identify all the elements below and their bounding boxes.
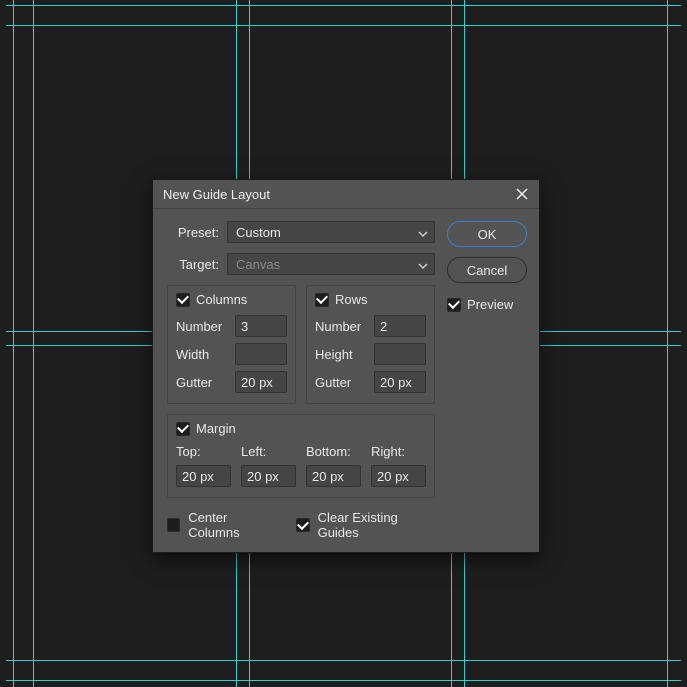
rows-group: Rows Number Height Gutter	[306, 285, 435, 404]
guide-horizontal	[6, 680, 681, 681]
guide-horizontal	[6, 660, 681, 661]
rows-number-input[interactable]	[374, 315, 426, 337]
columns-number-label: Number	[176, 319, 222, 334]
preset-label: Preset:	[167, 225, 227, 240]
titlebar[interactable]: New Guide Layout	[153, 180, 539, 209]
rows-height-input[interactable]	[374, 343, 426, 365]
center-columns-label: Center Columns	[188, 510, 276, 540]
target-value: Canvas	[236, 257, 280, 272]
margin-top-input[interactable]	[176, 465, 231, 487]
guide-vertical	[667, 0, 668, 687]
center-columns-checkbox[interactable]	[167, 518, 180, 532]
cancel-button[interactable]: Cancel	[447, 257, 527, 283]
guide-horizontal	[6, 25, 681, 26]
chevron-down-icon	[418, 259, 428, 269]
clear-guides-label: Clear Existing Guides	[318, 510, 435, 540]
columns-width-input[interactable]	[235, 343, 287, 365]
preview-label: Preview	[467, 297, 513, 312]
columns-label: Columns	[196, 292, 247, 307]
columns-gutter-label: Gutter	[176, 375, 212, 390]
clear-guides-checkbox[interactable]	[296, 518, 309, 532]
close-button[interactable]	[513, 185, 531, 203]
margin-right-input[interactable]	[371, 465, 426, 487]
margin-bottom-label: Bottom:	[306, 444, 351, 459]
guide-vertical	[33, 0, 34, 687]
guide-horizontal	[6, 5, 681, 6]
rows-number-label: Number	[315, 319, 361, 334]
preset-select[interactable]: Custom	[227, 221, 435, 243]
target-select[interactable]: Canvas	[227, 253, 435, 275]
ok-button[interactable]: OK	[447, 221, 527, 247]
columns-gutter-input[interactable]	[235, 371, 287, 393]
margin-bottom-input[interactable]	[306, 465, 361, 487]
rows-checkbox[interactable]	[315, 293, 329, 307]
preset-value: Custom	[236, 225, 281, 240]
columns-number-input[interactable]	[235, 315, 287, 337]
columns-group: Columns Number Width Gutter	[167, 285, 296, 404]
columns-width-label: Width	[176, 347, 209, 362]
close-icon	[516, 188, 528, 200]
chevron-down-icon	[418, 227, 428, 237]
preview-checkbox[interactable]	[447, 298, 461, 312]
margin-left-input[interactable]	[241, 465, 296, 487]
margin-top-label: Top:	[176, 444, 201, 459]
new-guide-layout-dialog: New Guide Layout Preset: Custom Target: …	[152, 179, 540, 553]
rows-height-label: Height	[315, 347, 353, 362]
margin-label: Margin	[196, 421, 236, 436]
rows-label: Rows	[335, 292, 368, 307]
margin-left-label: Left:	[241, 444, 266, 459]
dialog-title: New Guide Layout	[163, 187, 270, 202]
margin-right-label: Right:	[371, 444, 405, 459]
guide-vertical	[13, 0, 14, 687]
rows-gutter-input[interactable]	[374, 371, 426, 393]
margin-group: Margin Top: Left: Bottom:	[167, 414, 435, 498]
columns-checkbox[interactable]	[176, 293, 190, 307]
target-label: Target:	[167, 257, 227, 272]
margin-checkbox[interactable]	[176, 422, 190, 436]
rows-gutter-label: Gutter	[315, 375, 351, 390]
